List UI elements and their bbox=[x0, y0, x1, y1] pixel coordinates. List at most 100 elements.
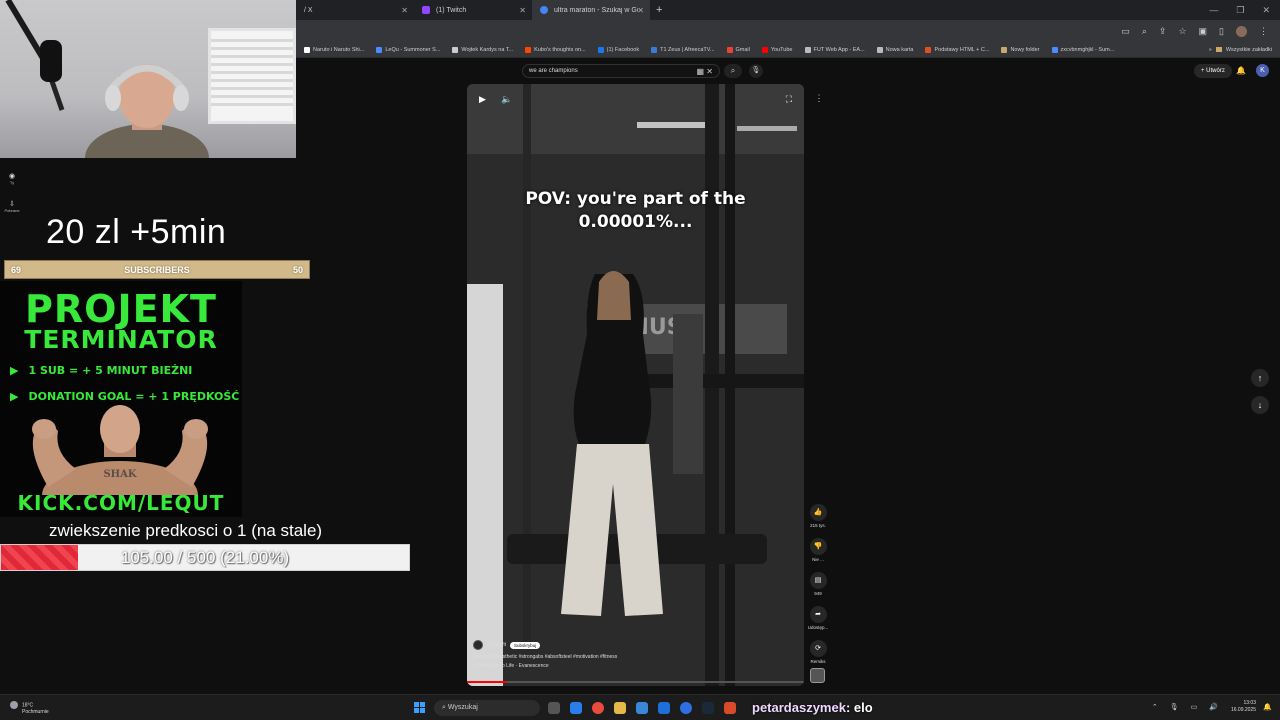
folder-icon[interactable] bbox=[614, 702, 626, 714]
comments-button[interactable]: ▤ 949 bbox=[806, 572, 830, 596]
sidepanel-icon[interactable]: ▯ bbox=[1219, 26, 1224, 37]
extensions-icon[interactable]: ▣ bbox=[1199, 26, 1208, 37]
weather-widget[interactable]: 18°C Pochmurnie bbox=[10, 701, 49, 715]
promo-site: KICK.COM/LEQUT bbox=[17, 491, 225, 515]
notifications-bell-icon[interactable]: 🔔 bbox=[1236, 66, 1246, 75]
sound-thumbnail[interactable] bbox=[810, 668, 825, 683]
tab-x-title: / X bbox=[304, 6, 313, 14]
sidebar-item-you[interactable]: ◉ Ty bbox=[4, 172, 20, 185]
dislike-button[interactable]: 👎 Nie ... bbox=[806, 538, 830, 562]
chrome-icon[interactable] bbox=[592, 702, 604, 714]
previous-short-button[interactable]: ↑ bbox=[1251, 369, 1269, 387]
video-frame: MUSC bbox=[467, 84, 804, 686]
tab-twitch[interactable]: (1) Twitch ✕ bbox=[414, 0, 532, 20]
fullscreen-icon[interactable]: ⛶ bbox=[786, 94, 792, 105]
tab-close-icon[interactable]: ✕ bbox=[519, 6, 526, 15]
voice-search-button[interactable]: 🎙 bbox=[749, 64, 763, 78]
app-icon[interactable] bbox=[570, 702, 582, 714]
minimize-icon[interactable]: — bbox=[1209, 5, 1218, 16]
bookmark-item[interactable]: zxcvbnmghjkl - Sum... bbox=[1051, 46, 1114, 53]
bookmark-star-icon[interactable]: ☆ bbox=[1178, 26, 1186, 37]
cloud-icon bbox=[10, 701, 18, 709]
close-window-icon[interactable]: ✕ bbox=[1262, 5, 1270, 16]
volume-icon[interactable]: 🔈 bbox=[501, 94, 512, 105]
create-button[interactable]: + Utwórz bbox=[1194, 64, 1232, 78]
tab-x[interactable]: / X ✕ bbox=[296, 0, 414, 20]
search-icon: ⌕ bbox=[442, 704, 446, 711]
bookmark-item[interactable]: Kubo's thoughts on... bbox=[525, 46, 586, 53]
play-icon[interactable]: ▶ bbox=[479, 94, 486, 105]
search-button[interactable]: ⌕ bbox=[724, 64, 742, 78]
bookmark-item[interactable]: Podstawy HTML + C... bbox=[925, 46, 989, 53]
bookmark-item[interactable]: YouTube bbox=[761, 46, 793, 53]
tab-close-icon[interactable]: ✕ bbox=[637, 6, 644, 15]
bookmark-favicon-icon bbox=[452, 46, 459, 53]
play-triangle-icon: ▶ bbox=[10, 364, 19, 377]
user-icon: ◉ bbox=[8, 173, 16, 180]
bookmark-item[interactable]: Naruto i Naruto Shi... bbox=[304, 46, 364, 53]
bookmark-favicon-icon bbox=[804, 46, 811, 53]
channel-name[interactable]: @lkmjlfit bbox=[487, 642, 506, 648]
notifications-icon[interactable]: 🔔 bbox=[1263, 703, 1272, 711]
more-options-icon[interactable]: ⋮ bbox=[814, 93, 824, 105]
shorts-video-player[interactable]: MUSC ▶ 🔈 ⛶ POV: you're part of the 0.000… bbox=[467, 84, 804, 686]
mic-icon[interactable]: 🎙 bbox=[1170, 703, 1179, 711]
share-icon[interactable]: ⇪ bbox=[1159, 26, 1167, 37]
donation-goal-text: 105.00 / 500 (21.00%) bbox=[120, 548, 290, 567]
menu-dots-icon[interactable]: ⋮ bbox=[1259, 26, 1268, 37]
bookmark-item[interactable]: T1 Zeus | AfreecaTV... bbox=[651, 46, 715, 53]
tab-google-search[interactable]: ultra maraton - Szukaj w Google ✕ bbox=[532, 0, 650, 20]
bookmark-item[interactable]: Nowy folder bbox=[1001, 46, 1040, 53]
sidebar-item-downloads[interactable]: ⇩ Pobrane bbox=[4, 200, 20, 213]
clear-search-icon[interactable]: ▦ ✕ bbox=[697, 67, 713, 76]
like-button[interactable]: 👍 215 tys. bbox=[806, 504, 830, 528]
steam-icon[interactable] bbox=[702, 702, 714, 714]
speaker-icon[interactable]: 🔊 bbox=[1209, 703, 1218, 711]
all-bookmarks[interactable]: » Wszystkie zakładki bbox=[1209, 47, 1280, 53]
subscribe-button[interactable]: Subskrybuj bbox=[509, 641, 541, 649]
video-sound[interactable]: ♫ Bring Me To Life · Evanescence bbox=[473, 663, 617, 669]
remix-button[interactable]: ⟳ Remiks bbox=[806, 640, 830, 664]
bookmark-item[interactable]: (1) Facebook bbox=[597, 46, 639, 53]
bookmark-item[interactable]: FUT Web App - EA... bbox=[804, 46, 865, 53]
youtube-search-input[interactable]: we are champions ▦ ✕ bbox=[522, 64, 720, 78]
zoom-icon[interactable]: ⌕ bbox=[1142, 26, 1147, 37]
tray-expand-icon[interactable]: ⌃ bbox=[1152, 703, 1158, 711]
taskbar-search[interactable]: ⌕ Wyszukaj bbox=[434, 700, 540, 716]
chat-text: : elo bbox=[845, 700, 873, 715]
store-icon[interactable] bbox=[636, 702, 648, 714]
app-icon[interactable] bbox=[724, 702, 736, 714]
windows-start-icon[interactable] bbox=[414, 702, 426, 714]
maximize-icon[interactable]: ❐ bbox=[1236, 5, 1244, 16]
bookmark-item[interactable]: Nowa karta bbox=[876, 46, 913, 53]
subscribers-target: 50 bbox=[292, 264, 303, 275]
subscribers-current: 69 bbox=[11, 264, 22, 275]
next-short-button[interactable]: ↓ bbox=[1251, 396, 1269, 414]
bookmark-favicon-icon bbox=[597, 46, 604, 53]
new-tab-button[interactable]: + bbox=[650, 4, 668, 16]
folder-icon bbox=[1215, 47, 1222, 52]
app-icon[interactable] bbox=[680, 702, 692, 714]
bookmark-item[interactable]: Wojtek Kardys na T... bbox=[452, 46, 513, 53]
app-icon[interactable] bbox=[658, 702, 670, 714]
arrow-down-icon: ↓ bbox=[1257, 400, 1263, 410]
system-clock[interactable]: 13:03 16.09.2025 bbox=[1231, 700, 1256, 714]
subscribers-goal-bar: 69 SUBSCRIBERS 50 bbox=[4, 260, 310, 279]
profile-avatar[interactable] bbox=[1236, 25, 1247, 37]
bookmark-item[interactable]: LeQu - Summoner S... bbox=[376, 46, 440, 53]
projekt-terminator-banner: PROJEKT TERMINATOR ▶ 1 SUB = + 5 MINUT BI… bbox=[0, 281, 242, 517]
window-controls: — ❐ ✕ bbox=[1209, 5, 1280, 16]
network-icon[interactable]: ▭ bbox=[1191, 703, 1198, 711]
youtube-avatar[interactable]: K bbox=[1256, 64, 1269, 77]
cast-icon[interactable]: ▭ bbox=[1121, 26, 1130, 37]
video-caption: POV: you're part of the 0.00001%... bbox=[525, 189, 746, 232]
tab-close-icon[interactable]: ✕ bbox=[401, 6, 408, 15]
windows-taskbar: 18°C Pochmurnie ⌕ Wyszukaj petardaszymek… bbox=[0, 694, 1280, 720]
screen: / X ✕ (1) Twitch ✕ ultra maraton - Szuka… bbox=[0, 0, 1280, 720]
video-progress-bar[interactable] bbox=[467, 681, 804, 683]
remix-icon: ⟳ bbox=[809, 640, 827, 657]
share-button[interactable]: ➦ Udostęp... bbox=[806, 606, 830, 630]
task-view-icon[interactable] bbox=[548, 702, 560, 714]
channel-avatar[interactable] bbox=[473, 640, 483, 650]
bookmark-item[interactable]: Gmail bbox=[726, 46, 750, 53]
